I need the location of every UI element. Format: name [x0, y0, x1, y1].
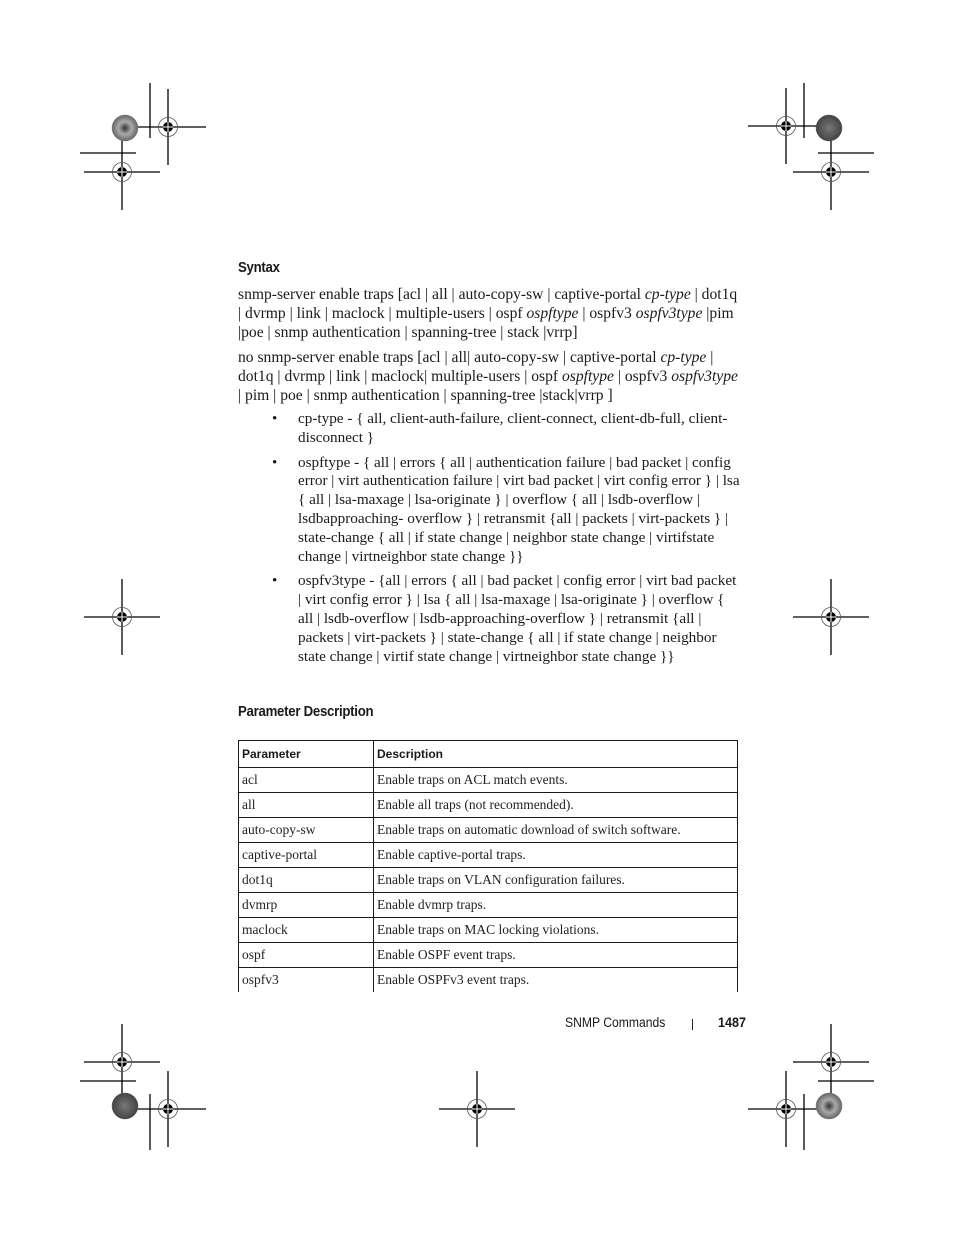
table-row: auto-copy-sw Enable traps on automatic do… — [238, 817, 738, 843]
color-target-icon — [111, 114, 139, 142]
table-row: all Enable all traps (not recommended). — [238, 792, 738, 818]
syntax-argument: ospfv3type — [671, 368, 738, 385]
footer-chapter-title: SNMP Commands — [565, 1015, 666, 1030]
list-item-text: ospfv3type - {all | errors { all | bad p… — [298, 572, 737, 665]
description-cell: Enable all traps (not recommended). — [373, 792, 738, 818]
table-row: captive-portal Enable captive-portal trap… — [238, 842, 738, 868]
description-cell: Enable traps on ACL match events. — [373, 767, 738, 793]
registration-mark-icon — [747, 87, 825, 165]
parameter-cell: ospf — [238, 942, 374, 968]
registration-mark-icon — [747, 1070, 825, 1148]
table-header-row: Parameter Description — [238, 740, 738, 768]
bullet-icon: • — [272, 453, 278, 471]
description-cell: Enable captive-portal traps. — [373, 842, 738, 868]
parameter-cell: captive-portal — [238, 842, 374, 868]
description-cell: Enable traps on MAC locking violations. — [373, 917, 738, 943]
bullet-icon: • — [272, 410, 278, 427]
description-cell: Enable dvmrp traps. — [373, 892, 738, 918]
parameter-description-heading: Parameter Description — [238, 703, 374, 720]
footer-separator — [692, 1019, 693, 1030]
bullet-icon: • — [272, 572, 278, 590]
syntax-command: snmp-server enable traps [acl | all | au… — [238, 285, 743, 342]
syntax-keyword-text: snmp-server enable traps [acl | all | au… — [238, 286, 645, 303]
parameter-cell: maclock — [238, 917, 374, 943]
table-row: dvmrp Enable dvmrp traps. — [238, 892, 738, 918]
page-number: 1487 — [718, 1014, 747, 1030]
syntax-argument: ospfv3type — [635, 305, 703, 322]
syntax-keyword-text: | ospfv3 — [578, 305, 636, 322]
syntax-argument: cp-type — [660, 349, 707, 366]
registration-mark-icon — [792, 578, 870, 656]
syntax-argument: ospftype — [561, 368, 614, 385]
registration-mark-icon — [438, 1070, 516, 1148]
registration-mark-icon — [792, 1023, 870, 1101]
registration-mark-icon — [83, 133, 161, 211]
syntax-argument: ospftype — [526, 305, 579, 322]
description-cell: Enable OSPF event traps. — [373, 942, 738, 968]
syntax-argument: cp-type — [644, 286, 691, 303]
color-target-icon — [815, 1092, 843, 1120]
registration-mark-icon — [129, 1070, 207, 1148]
registration-mark-icon — [792, 133, 870, 211]
table-row: ospfv3 Enable OSPFv3 event traps. — [238, 967, 738, 992]
registration-mark-icon — [129, 88, 207, 166]
list-item: • ospfv3type - {all | errors { all | bad… — [270, 572, 740, 666]
column-header-description: Description — [373, 740, 738, 768]
color-target-icon — [815, 114, 843, 142]
parameter-cell: auto-copy-sw — [238, 817, 374, 843]
parameter-cell: all — [238, 792, 374, 818]
syntax-keyword-text: | ospfv3 — [613, 368, 672, 385]
table-row: maclock Enable traps on MAC locking viola… — [238, 917, 738, 943]
syntax-keyword-text: no snmp-server enable traps [acl | all| … — [238, 349, 661, 366]
syntax-heading: Syntax — [238, 259, 280, 276]
table-row: acl Enable traps on ACL match events. — [238, 767, 738, 793]
parameter-cell: dvmrp — [238, 892, 374, 918]
parameter-cell: acl — [238, 767, 374, 793]
description-cell: Enable OSPFv3 event traps. — [373, 967, 738, 992]
syntax-options-list: • cp-type - { all, client-auth-failure, … — [270, 410, 740, 672]
list-item-text: ospftype - { all | errors { all | authen… — [298, 453, 740, 565]
list-item-text: cp-type - { all, client-auth-failure, cl… — [298, 410, 728, 446]
description-cell: Enable traps on automatic download of sw… — [373, 817, 738, 843]
column-header-parameter: Parameter — [238, 740, 374, 768]
list-item: • ospftype - { all | errors { all | auth… — [270, 454, 740, 567]
parameter-cell: dot1q — [238, 867, 374, 893]
registration-mark-icon — [83, 578, 161, 656]
syntax-keyword-text: | pim | poe | snmp authentication | span… — [238, 387, 613, 404]
list-item: • cp-type - { all, client-auth-failure, … — [270, 410, 740, 448]
parameter-cell: ospfv3 — [238, 967, 374, 992]
table-row: ospf Enable OSPF event traps. — [238, 942, 738, 968]
color-target-icon — [111, 1092, 139, 1120]
syntax-no-command: no snmp-server enable traps [acl | all| … — [238, 348, 743, 405]
registration-mark-icon — [83, 1023, 161, 1101]
description-cell: Enable traps on VLAN configuration failu… — [373, 867, 738, 893]
table-row: dot1q Enable traps on VLAN configuration … — [238, 867, 738, 893]
parameter-table: Parameter Description acl Enable traps on… — [238, 740, 738, 992]
